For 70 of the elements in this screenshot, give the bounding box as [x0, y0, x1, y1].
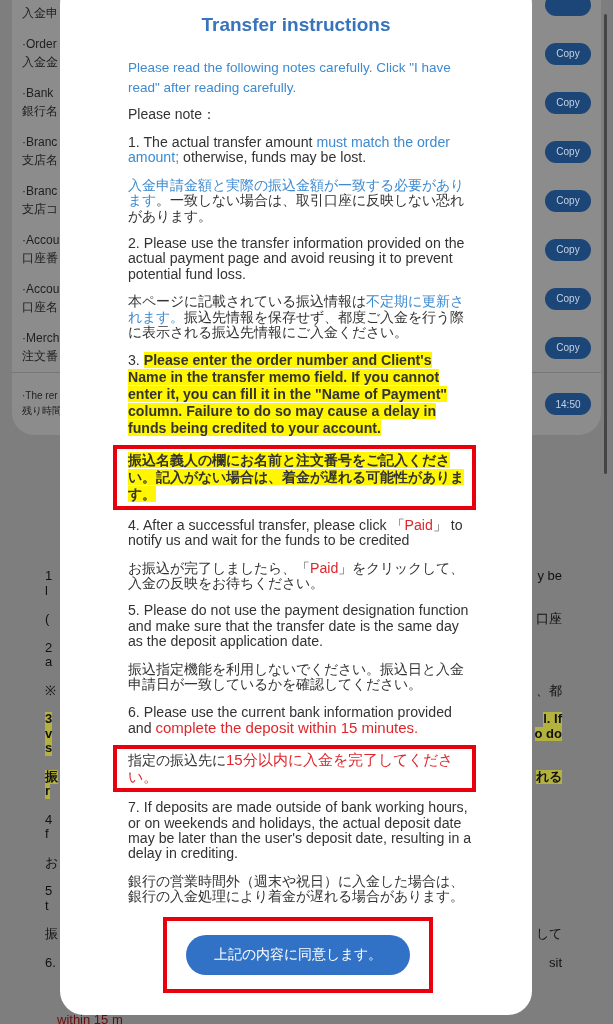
note-text: 2. Please use the transfer information provided on the actual payment page and avoid reusing it to prevent potential fund loss. — [128, 236, 466, 283]
page-text: 3 — [45, 712, 53, 727]
note-heading: Please note： — [128, 106, 217, 124]
note-text: 振込名義人の欄にお名前と注文番号をご記入ください。記入がない場合は、着金が遅れる可能性があります。 — [128, 452, 465, 503]
note-text: 本ページに記載されている振込情報は不定期に更新されます。振込先情報を保存せず、都度ご入金を行う際に表示される振込先情報にご入金ください。 — [128, 294, 465, 341]
field-label: ·Accou — [22, 281, 60, 296]
copy-button[interactable]: Copy — [545, 238, 591, 261]
page-text: f — [45, 827, 49, 842]
copy-button[interactable]: Copy — [545, 336, 591, 359]
page-text: 振 — [45, 927, 58, 942]
note-text: お振込が完了しましたら、「Paid」をクリックして、入金の反映をお待ちください。 — [128, 560, 466, 592]
page-text: ( — [45, 612, 50, 627]
page-text: お — [45, 855, 58, 870]
page-text: 1 — [45, 569, 53, 584]
page-text: ※ — [45, 683, 56, 698]
field-value: 入金申 — [22, 4, 58, 22]
field-label: ·Branc — [22, 134, 58, 149]
page-text: sit — [549, 955, 562, 970]
page-text: a — [45, 655, 53, 670]
field-label: ·Order — [22, 36, 58, 51]
note-text: 振込指定機能を利用しないでください。振込日と入金申請日が一致しているかを確認してください。 — [128, 661, 465, 693]
page-text: 5 — [45, 884, 53, 899]
agree-button[interactable]: 上記の内容に同意します。 — [186, 934, 410, 975]
copy-button[interactable]: Copy — [545, 140, 591, 163]
field-value: 口座名 — [22, 298, 59, 316]
copy-button[interactable]: Copy — [545, 42, 591, 65]
page-text: 6. — [45, 955, 56, 970]
note-text: 4. After a successful transfer, please click 「Paid」 to notify us and wait for the funds to be credited — [128, 517, 464, 549]
page-text: r — [45, 784, 51, 799]
page-text: o do — [534, 726, 562, 741]
page-text: 4 — [45, 812, 53, 827]
page-text: l. If — [543, 712, 562, 727]
field-value: 注文番 — [22, 347, 59, 365]
page-text: within 15 m — [57, 1012, 123, 1024]
note-text: 3. Please enter the order number and Client's Name in the transfer memo field. If you cannot enter it, you can fill it in the "Name of Payment" column. Failure to do so may cause a delay in funds being credited to your account. — [128, 352, 449, 437]
field-value: 支店コ — [22, 200, 58, 218]
copy-button[interactable] — [545, 0, 591, 16]
page-text: 振 — [45, 769, 58, 784]
note-text: 銀行の営業時間外（週末や祝日）に入金した場合は、銀行の入金処理により着金が遅れる場合があります。 — [128, 873, 465, 905]
field-value: 支店名 — [22, 151, 58, 169]
page-text: れる — [536, 769, 562, 784]
timer-badge: 14:50 — [545, 393, 591, 415]
field-label: ·Bank — [22, 85, 55, 100]
copy-button[interactable]: Copy — [545, 91, 591, 114]
remaining-label: ·The rer — [22, 390, 59, 401]
page-text: s — [45, 741, 53, 756]
field-label: ·Branc — [22, 183, 58, 198]
field-value: 口座番 — [22, 249, 59, 267]
intro-text: Please read the following notes carefully. Click "I have read" after reading carefully. — [128, 59, 452, 97]
page-text: 、都 — [536, 683, 562, 698]
note-text: 6. Please use the current bank information provided and complete the deposit within 15 minutes. — [128, 704, 453, 737]
page-text: l — [45, 583, 48, 598]
page-text: して — [536, 927, 562, 942]
field-value: 入金金 — [22, 53, 58, 71]
note-text: 入金申請金額と実際の振込金額が一致する必要があります。一致しない場合は、取引口座に反映しない恐れがあります。 — [128, 177, 465, 225]
note-text: 指定の振込先に15分以内に入金を完了してください。 — [128, 752, 454, 786]
page-text: 2 — [45, 640, 53, 655]
note-text: 5. Please do not use the payment designation function and make sure that the transfer date is the same day as the deposit application date. — [128, 603, 470, 650]
page-text: 口座 — [536, 612, 562, 627]
page-text: t — [45, 898, 49, 913]
note-text: 1. The actual transfer amount must match the order amount; otherwise, funds may be lost. — [128, 135, 451, 166]
page-text: v — [45, 726, 53, 741]
field-label: ·Accou — [22, 232, 60, 247]
field-label: ·Merch — [22, 330, 60, 345]
page-text: y be — [537, 569, 562, 584]
copy-button[interactable]: Copy — [545, 287, 591, 310]
dialog-title: Transfer instructions — [200, 14, 392, 36]
copy-button[interactable]: Copy — [545, 189, 591, 212]
field-value: 銀行名 — [22, 102, 58, 120]
note-text: 7. If deposits are made outside of bank working hours, or on weekends and holidays, the actual deposit date may be later than the user's deposit date, resulting in a delay in crediting. — [128, 800, 472, 862]
